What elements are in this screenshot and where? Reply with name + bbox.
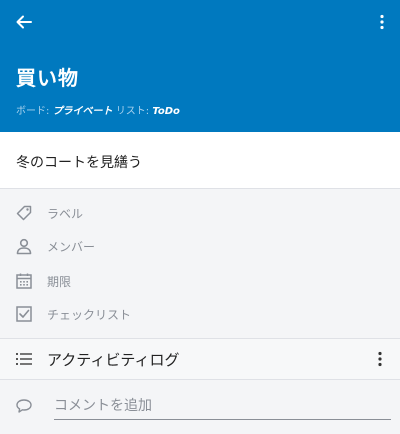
calendar-icon	[14, 271, 34, 291]
option-members-text: メンバー	[47, 240, 96, 254]
activity-more-button[interactable]	[368, 347, 392, 371]
card-title[interactable]: 冬のコートを見繕う	[16, 152, 142, 172]
option-checklist-text: チェックリスト	[47, 308, 132, 322]
board-label: ボード:	[16, 106, 50, 117]
option-label-text: ラベル	[47, 207, 84, 221]
tag-icon	[14, 203, 34, 223]
card-header: 買い物 ボード: プライベート リスト: ToDo	[0, 0, 400, 132]
arrow-left-icon	[16, 15, 32, 29]
card-title-section[interactable]: 冬のコートを見繕う	[0, 132, 400, 189]
option-members[interactable]: メンバー	[0, 230, 400, 262]
board-name[interactable]: プライベート	[53, 106, 113, 117]
list-label: リスト:	[115, 106, 150, 117]
option-checklist[interactable]: チェックリスト	[0, 298, 400, 330]
list-name[interactable]: ToDo	[152, 106, 180, 117]
kebab-menu-icon	[378, 351, 382, 367]
kebab-menu-icon	[380, 14, 384, 30]
list-icon	[14, 349, 34, 369]
person-icon	[14, 236, 34, 256]
checkbox-icon	[14, 304, 34, 324]
comment-row	[0, 380, 400, 434]
option-due-date-text: 期限	[47, 275, 72, 289]
activity-section: アクティビティログ	[0, 339, 400, 379]
back-button[interactable]	[10, 8, 38, 36]
more-options-button[interactable]	[370, 8, 394, 36]
board-title: 買い物	[16, 66, 79, 90]
comment-icon	[14, 396, 34, 416]
option-label[interactable]: ラベル	[0, 197, 400, 229]
comment-input[interactable]	[54, 394, 391, 420]
activity-log-title: アクティビティログ	[47, 351, 180, 369]
card-location: ボード: プライベート リスト: ToDo	[16, 102, 180, 117]
option-due-date[interactable]: 期限	[0, 265, 400, 297]
